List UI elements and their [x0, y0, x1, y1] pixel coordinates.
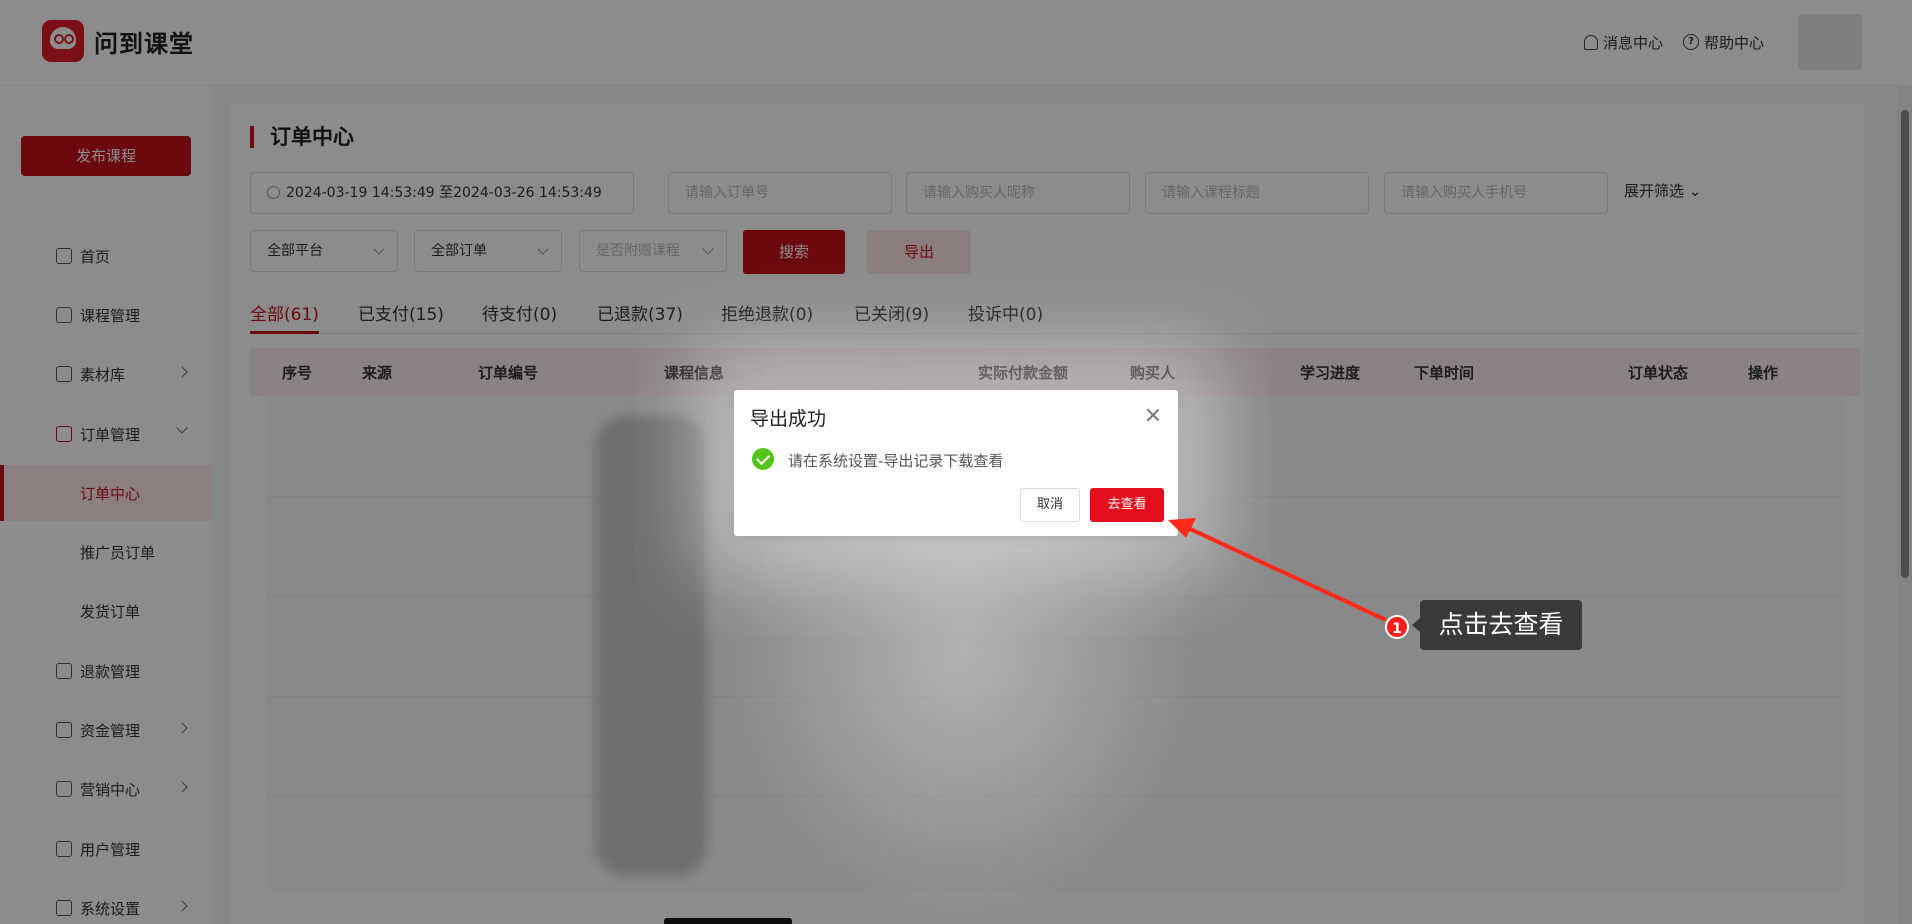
success-check-icon	[752, 448, 774, 470]
dialog-message: 请在系统设置-导出记录下载查看	[788, 452, 1004, 470]
go-view-button[interactable]: 去查看	[1090, 488, 1164, 522]
step-number-badge: 1	[1385, 615, 1409, 639]
dialog-title: 导出成功	[750, 408, 827, 430]
close-icon[interactable]	[1146, 408, 1160, 422]
annotation-callout: 点击去查看	[1412, 600, 1582, 650]
cancel-button[interactable]: 取消	[1020, 488, 1080, 522]
export-success-dialog: 导出成功 请在系统设置-导出记录下载查看 取消 去查看	[734, 390, 1178, 536]
